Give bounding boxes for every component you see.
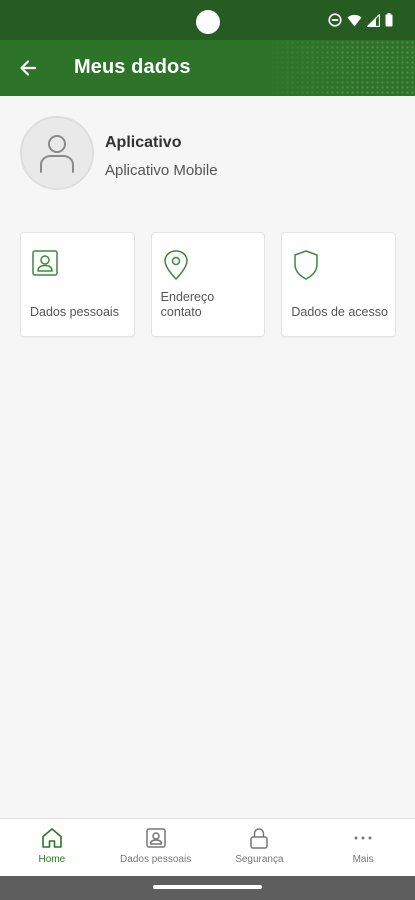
card-dados-de-acesso[interactable]: Dados de acesso xyxy=(281,232,397,337)
back-button[interactable] xyxy=(14,54,42,82)
battery-icon xyxy=(385,13,393,27)
camera-cutout xyxy=(196,10,220,34)
screen: Meus dados Aplicativo Aplicativo Mobile … xyxy=(0,0,415,900)
nav-item-home[interactable]: Home xyxy=(0,819,104,876)
do-not-disturb-icon xyxy=(328,13,342,27)
shield-icon xyxy=(294,250,319,280)
system-gesture-area xyxy=(0,876,415,900)
id-badge-icon xyxy=(145,828,166,848)
profile-name: Aplicativo xyxy=(105,134,182,151)
card-dados-pessoais[interactable]: Dados pessoais xyxy=(20,232,135,337)
status-icons xyxy=(328,12,393,28)
bottom-navigation: Home Dados pessoais Segurança Mais xyxy=(0,818,415,876)
home-icon xyxy=(42,828,62,848)
more-horizontal-icon xyxy=(354,836,372,840)
nav-label: Dados pessoais xyxy=(120,854,192,865)
card-label: Dados de acesso xyxy=(291,305,388,319)
page-title: Meus dados xyxy=(74,56,191,78)
lock-icon xyxy=(250,828,269,849)
nav-label: Home xyxy=(38,854,66,865)
header-pattern xyxy=(265,40,415,96)
signal-icon xyxy=(367,13,380,27)
id-badge-icon xyxy=(32,250,58,276)
nav-item-seguranca[interactable]: Segurança xyxy=(208,819,312,876)
arrow-left-icon xyxy=(20,60,37,76)
wifi-icon xyxy=(347,14,362,26)
home-gesture-handle[interactable] xyxy=(153,885,262,889)
profile-header: Aplicativo Aplicativo Mobile xyxy=(20,116,395,192)
avatar xyxy=(20,116,94,190)
user-avatar-icon xyxy=(40,135,74,173)
nav-item-mais[interactable]: Mais xyxy=(311,819,415,876)
nav-label: Segurança xyxy=(235,854,284,865)
card-label: Endereço contato xyxy=(160,290,215,319)
menu-cards: Dados pessoais Endereço contato Dados de… xyxy=(20,232,397,337)
card-label: Dados pessoais xyxy=(30,305,119,319)
nav-label: Mais xyxy=(352,854,374,865)
card-endereco-contato[interactable]: Endereço contato xyxy=(150,232,266,337)
profile-subtitle: Aplicativo Mobile xyxy=(105,162,218,179)
app-bar: Meus dados xyxy=(0,40,415,96)
status-bar xyxy=(0,0,415,40)
nav-item-dados-pessoais[interactable]: Dados pessoais xyxy=(104,819,208,876)
location-pin-icon xyxy=(163,250,188,280)
